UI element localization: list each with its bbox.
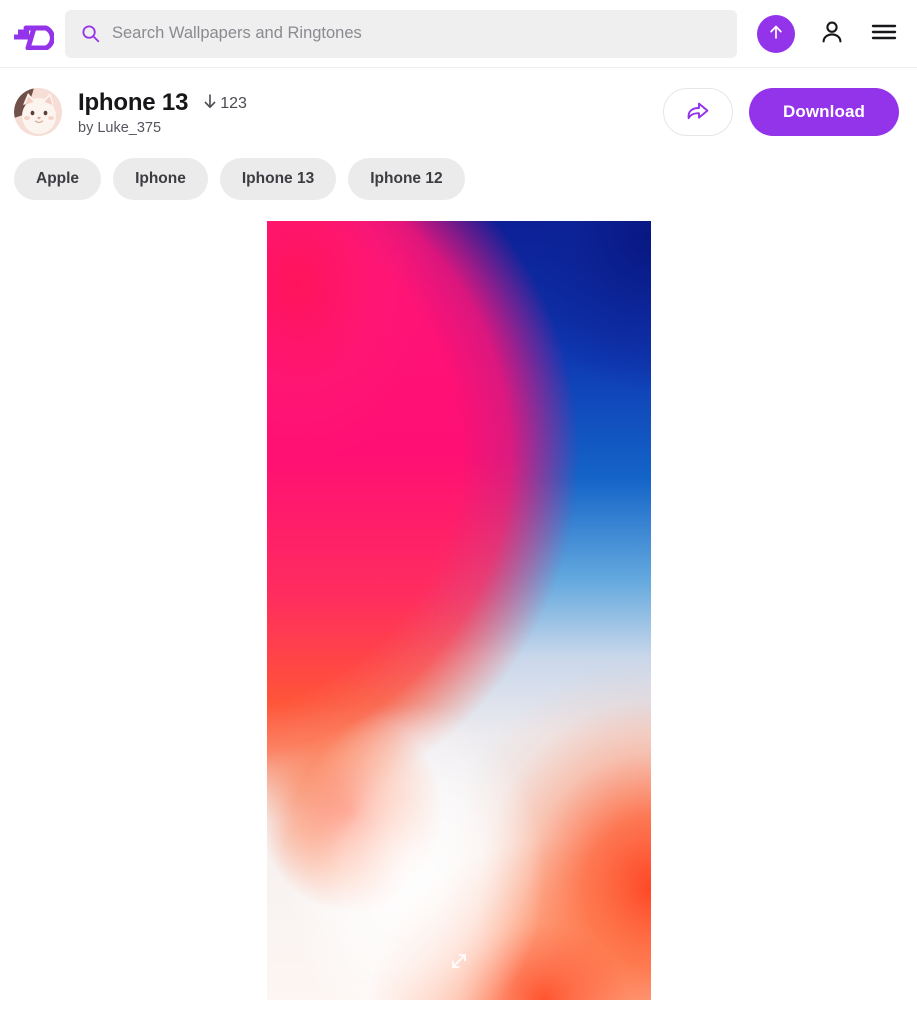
download-count-value: 123	[220, 94, 247, 112]
expand-fullscreen-icon[interactable]	[448, 950, 470, 972]
item-actions: Download	[662, 88, 903, 136]
download-button[interactable]: Download	[748, 88, 899, 136]
search-input[interactable]	[112, 24, 721, 43]
tag-iphone-12[interactable]: Iphone 12	[348, 158, 465, 200]
site-header	[0, 0, 917, 68]
account-button[interactable]	[817, 19, 847, 49]
item-header: Iphone 13 123 by Luke_375 Download	[0, 68, 917, 138]
share-arrow-icon	[685, 100, 710, 125]
zedge-logo[interactable]	[10, 14, 56, 54]
share-button[interactable]	[662, 88, 733, 136]
tag-apple[interactable]: Apple	[14, 158, 102, 200]
tag-list: Apple Iphone Iphone 13 Iphone 12	[0, 138, 917, 200]
upload-arrow-icon	[767, 23, 785, 44]
download-arrow-icon	[202, 93, 218, 115]
search-icon	[81, 24, 101, 44]
tag-iphone[interactable]: Iphone	[113, 158, 208, 200]
search-bar[interactable]	[65, 9, 737, 58]
page-title: Iphone 13	[78, 88, 189, 116]
user-account-icon	[819, 19, 845, 48]
upload-button[interactable]	[757, 14, 795, 53]
gradient-layer-white	[266, 221, 651, 1000]
hamburger-menu-icon	[871, 21, 897, 46]
wallpaper-preview[interactable]	[266, 221, 651, 1000]
wallpaper-stage	[0, 221, 917, 1000]
download-count: 123	[202, 93, 247, 115]
avatar[interactable]	[14, 88, 62, 136]
header-actions	[757, 14, 899, 53]
title-row: Iphone 13 123	[78, 89, 247, 117]
author-byline[interactable]: by Luke_375	[78, 120, 247, 136]
item-meta: Iphone 13 123 by Luke_375	[78, 89, 247, 136]
tag-iphone-13[interactable]: Iphone 13	[219, 158, 337, 200]
menu-button[interactable]	[869, 19, 899, 49]
